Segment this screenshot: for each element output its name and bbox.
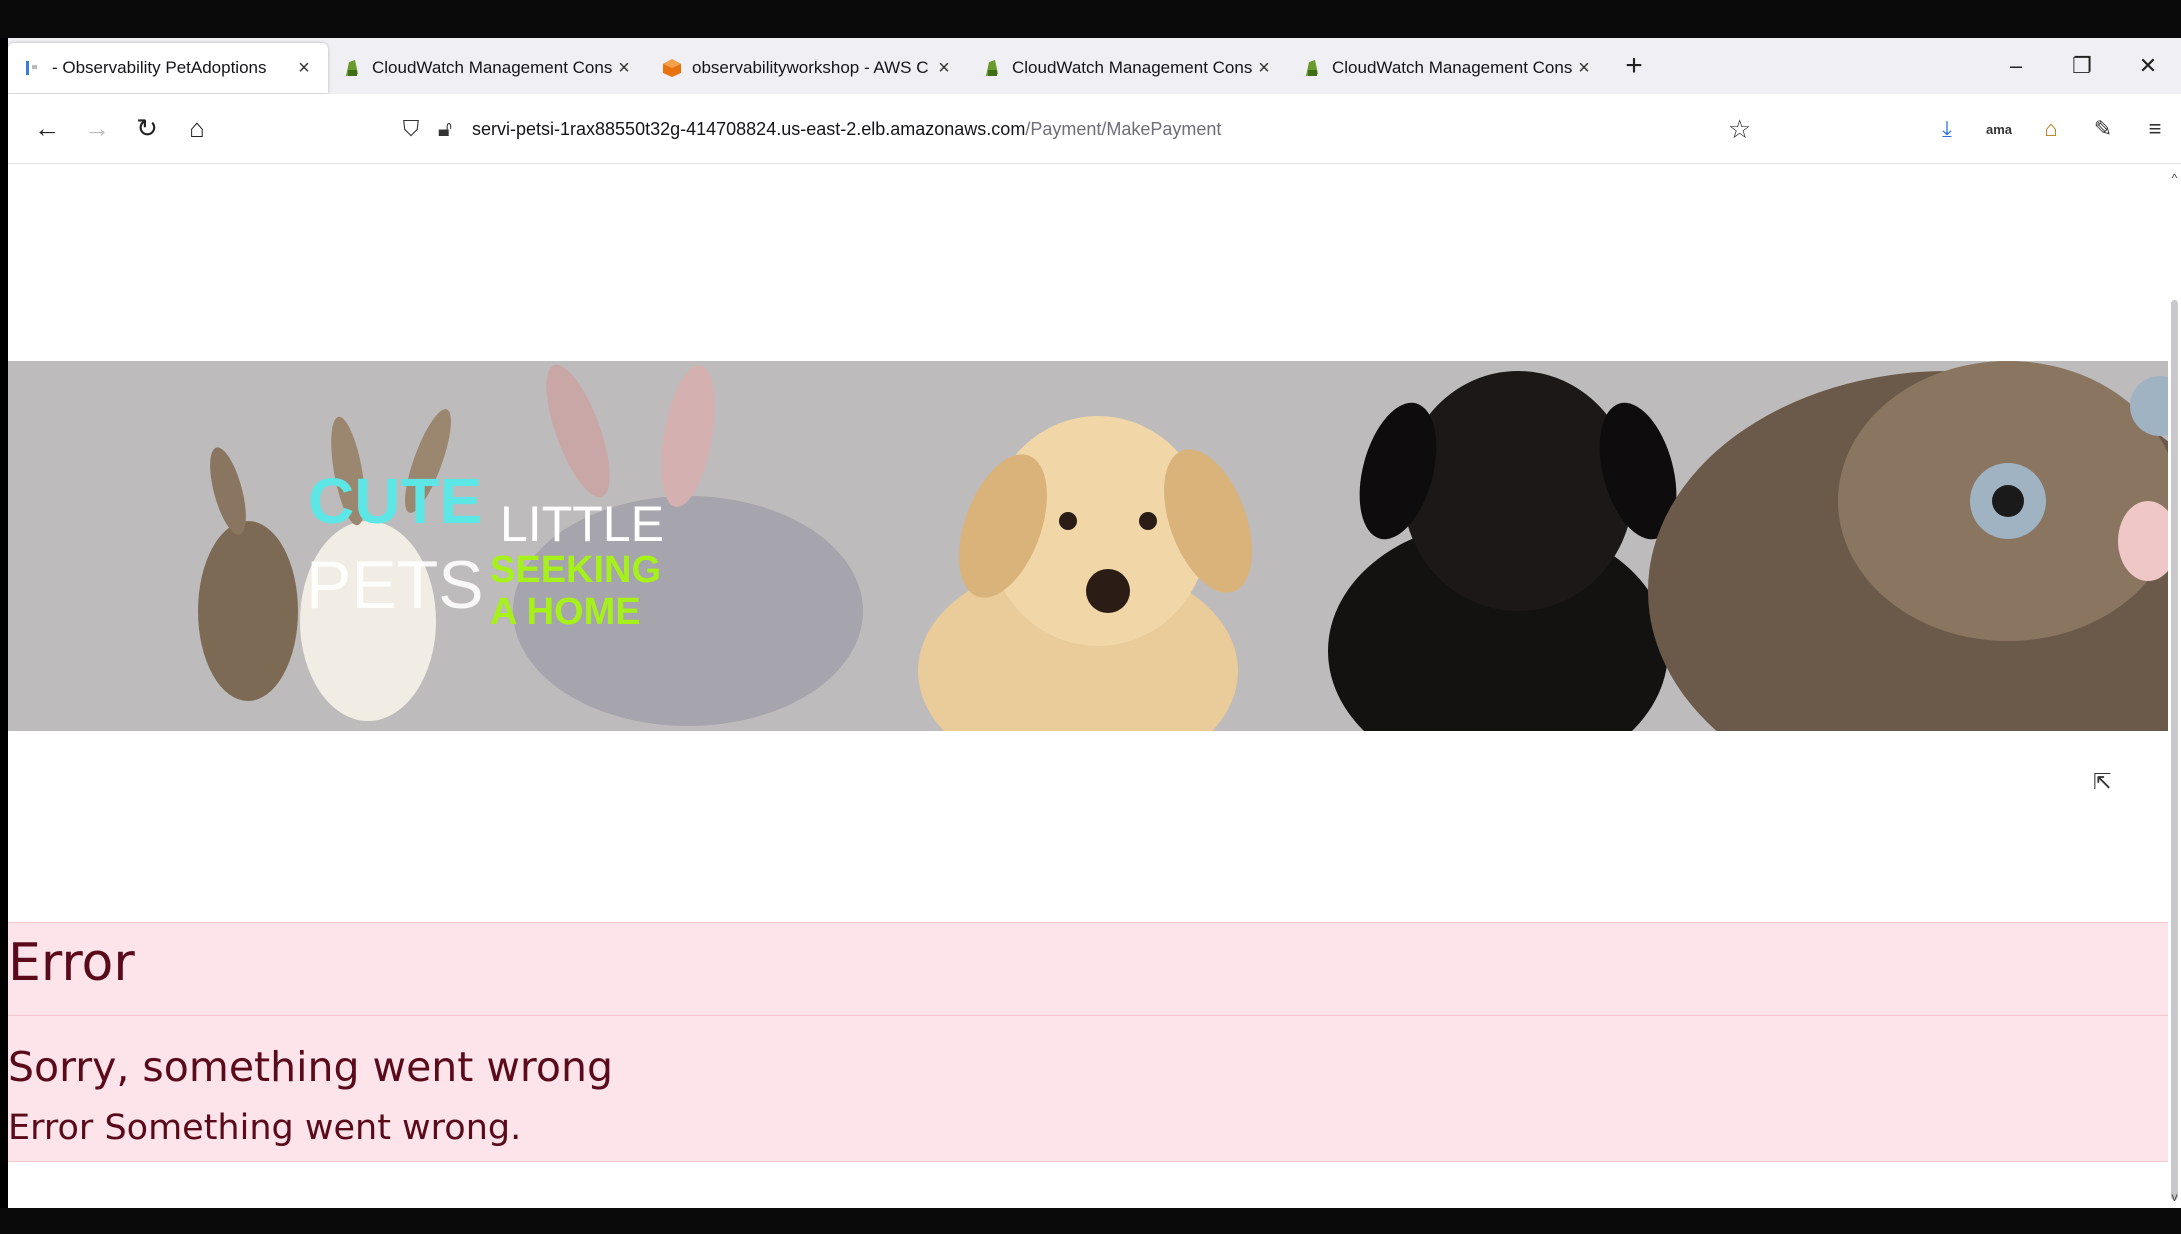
url-bar[interactable]: ⛉ 🔓︎ servi-petsi-1rax88550t32g-414708824… — [394, 94, 1222, 164]
download-icon[interactable]: ⤓ — [1921, 116, 1973, 142]
pets-banner: CUTE LITTLE PETS SEEKING A HOME — [8, 361, 2168, 731]
tab-observabilityworkshop[interactable]: observabilityworkshop - AWS C × — [648, 43, 968, 93]
banner-text-seeking: SEEKING — [490, 549, 662, 591]
tab-observability-petadoptions[interactable]: - Observability PetAdoptions × — [8, 43, 328, 93]
error-subtitle: Sorry, something went wrong — [8, 1043, 613, 1091]
pets-banner-illustration — [8, 361, 2168, 731]
extension-icon[interactable]: ⌂ — [2025, 116, 2077, 142]
bookmark-star-icon[interactable]: ☆ — [1728, 94, 1751, 164]
window-controls: – ❐ ✕ — [1983, 38, 2181, 94]
error-title: Error — [8, 933, 135, 993]
pen-extension-icon[interactable]: ✎ — [2077, 116, 2129, 142]
close-icon[interactable]: × — [1574, 57, 1594, 80]
url-path: /Payment/MakePayment — [1025, 118, 1222, 139]
toolbar-icons: ⤓ ama ⌂ ✎ ≡ — [1921, 94, 2181, 164]
tab-label: CloudWatch Management Cons — [1332, 58, 1573, 77]
restore-icon[interactable]: ❐ — [2049, 53, 2115, 79]
back-arrow-icon[interactable]: ← — [22, 113, 72, 144]
cloudwatch-icon — [1302, 58, 1322, 78]
amazon-extension-icon[interactable]: ama — [1973, 122, 2025, 137]
screen-bottom-bar — [0, 1208, 2181, 1234]
tab-label: observabilityworkshop - AWS C — [692, 58, 929, 77]
scroll-down-icon[interactable]: v — [2168, 1190, 2181, 1204]
tab-label: CloudWatch Management Cons — [1012, 58, 1253, 77]
menu-icon[interactable]: ≡ — [2129, 116, 2181, 142]
new-tab-button[interactable]: + — [1608, 49, 1660, 83]
banner-text-cute: CUTE — [308, 465, 483, 537]
screen-top-bar — [0, 0, 2181, 38]
aws-cube-icon — [662, 58, 682, 78]
reload-icon[interactable]: ↻ — [122, 113, 172, 144]
home-icon[interactable]: ⌂ — [172, 113, 222, 144]
tab-cloudwatch-3[interactable]: CloudWatch Management Cons × — [1288, 43, 1608, 93]
close-window-icon[interactable]: ✕ — [2115, 53, 2181, 79]
minimize-icon[interactable]: – — [1983, 53, 2049, 79]
close-icon[interactable]: × — [294, 57, 314, 80]
error-alert: Error Sorry, something went wrong Error … — [8, 922, 2168, 1162]
vertical-scrollbar[interactable]: ^ v — [2168, 165, 2181, 1208]
insecure-lock-icon[interactable]: 🔓︎ — [428, 116, 462, 142]
alert-divider — [8, 1015, 2168, 1016]
browser-window: - Observability PetAdoptions × CloudWatc… — [8, 38, 2181, 1208]
scroll-up-icon[interactable]: ^ — [2168, 171, 2181, 185]
tab-label: - Observability PetAdoptions — [52, 58, 267, 77]
tab-label: CloudWatch Management Cons — [372, 58, 613, 77]
url-host: servi-petsi-1rax88550t32g-414708824.us-e… — [472, 118, 1026, 139]
banner-text-pets: PETS — [306, 547, 484, 623]
navigation-bar: ← → ↻ ⌂ ⛉ 🔓︎ servi-petsi-1rax88550t32g-4… — [8, 94, 2181, 164]
tab-cloudwatch-2[interactable]: CloudWatch Management Cons × — [968, 43, 1288, 93]
page-content: CUTE LITTLE PETS SEEKING A HOME ⇱ Error … — [8, 165, 2168, 1208]
error-message: Error Something went wrong. — [8, 1108, 522, 1148]
shield-icon[interactable]: ⛉ — [394, 116, 428, 142]
close-icon[interactable]: × — [934, 57, 954, 80]
close-icon[interactable]: × — [1254, 57, 1274, 80]
tab-cloudwatch-1[interactable]: CloudWatch Management Cons × — [328, 43, 648, 93]
cloudwatch-icon — [982, 58, 1002, 78]
forward-arrow-icon[interactable]: → — [72, 113, 122, 144]
cloudwatch-icon — [342, 58, 362, 78]
mouse-cursor-icon: ⇱ — [2093, 769, 2112, 794]
tab-strip: - Observability PetAdoptions × CloudWatc… — [8, 38, 2181, 94]
page-icon — [22, 58, 42, 78]
banner-text-a-home: A HOME — [490, 591, 641, 633]
scrollbar-thumb[interactable] — [2171, 300, 2178, 1200]
close-icon[interactable]: × — [614, 57, 634, 80]
url-text[interactable]: servi-petsi-1rax88550t32g-414708824.us-e… — [472, 119, 1221, 140]
banner-text-little: LITTLE — [500, 496, 664, 552]
